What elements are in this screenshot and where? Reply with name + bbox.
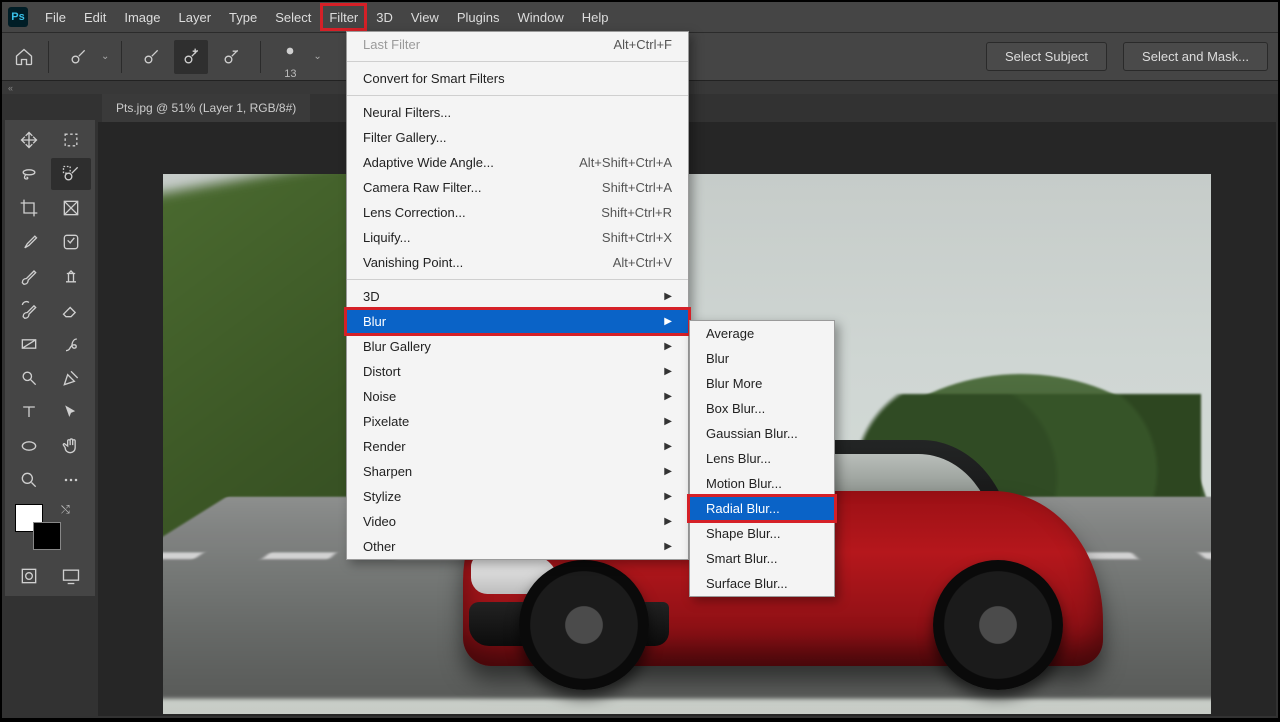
menu-item-vanishing-point[interactable]: Vanishing Point...Alt+Ctrl+V xyxy=(347,250,688,275)
menu-item-lens-correction[interactable]: Lens Correction...Shift+Ctrl+R xyxy=(347,200,688,225)
menu-select[interactable]: Select xyxy=(266,3,320,31)
select-and-mask-button[interactable]: Select and Mask... xyxy=(1123,42,1268,71)
menu-edit[interactable]: Edit xyxy=(75,3,115,31)
document-tab[interactable]: Pts.jpg @ 51% (Layer 1, RGB/8#) xyxy=(102,94,310,122)
menu-item-shape-blur[interactable]: Shape Blur... xyxy=(690,521,834,546)
menu-item-noise[interactable]: Noise▶ xyxy=(347,384,688,409)
menu-layer[interactable]: Layer xyxy=(170,3,221,31)
menu-item-camera-raw[interactable]: Camera Raw Filter...Shift+Ctrl+A xyxy=(347,175,688,200)
ellipse-tool[interactable] xyxy=(9,430,49,462)
new-selection-icon[interactable] xyxy=(134,40,168,74)
menu-item-motion-blur[interactable]: Motion Blur... xyxy=(690,471,834,496)
frame-tool[interactable] xyxy=(51,192,91,224)
menu-item-3d[interactable]: 3D▶ xyxy=(347,284,688,309)
menu-item-neural-filters[interactable]: Neural Filters... xyxy=(347,100,688,125)
menu-item-stylize[interactable]: Stylize▶ xyxy=(347,484,688,509)
subtract-selection-icon[interactable] xyxy=(214,40,248,74)
menu-item-smart-blur[interactable]: Smart Blur... xyxy=(690,546,834,571)
menu-item-other[interactable]: Other▶ xyxy=(347,534,688,559)
menu-item-box-blur[interactable]: Box Blur... xyxy=(690,396,834,421)
blur-submenu: AverageBlurBlur MoreBox Blur...Gaussian … xyxy=(689,320,835,597)
menu-item-average[interactable]: Average xyxy=(690,321,834,346)
dodge-tool[interactable] xyxy=(9,362,49,394)
menu-image[interactable]: Image xyxy=(115,3,169,31)
toolbox: ⤭ xyxy=(5,120,95,596)
menu-item-render[interactable]: Render▶ xyxy=(347,434,688,459)
brush-size-dot-icon[interactable] xyxy=(273,34,307,68)
pen-tool[interactable] xyxy=(51,362,91,394)
background-swatch[interactable] xyxy=(33,522,61,550)
menu-item-sharpen[interactable]: Sharpen▶ xyxy=(347,459,688,484)
dropdown-caret-icon[interactable]: ⌄ xyxy=(313,51,321,62)
lasso-tool[interactable] xyxy=(9,158,49,190)
menu-item-last-filter[interactable]: Last Filter Alt+Ctrl+F xyxy=(347,32,688,57)
eyedropper-tool[interactable] xyxy=(9,226,49,258)
home-icon[interactable] xyxy=(12,45,36,69)
type-tool[interactable] xyxy=(9,396,49,428)
filter-menu: Last Filter Alt+Ctrl+F Convert for Smart… xyxy=(346,31,689,560)
menu-type[interactable]: Type xyxy=(220,3,266,31)
menu-item-gaussian-blur[interactable]: Gaussian Blur... xyxy=(690,421,834,446)
quick-select-tool[interactable] xyxy=(51,158,91,190)
smudge-tool[interactable] xyxy=(51,328,91,360)
menu-item-video[interactable]: Video▶ xyxy=(347,509,688,534)
menu-item-surface-blur[interactable]: Surface Blur... xyxy=(690,571,834,596)
edit-toolbar[interactable] xyxy=(51,464,91,496)
quick-mask-icon[interactable] xyxy=(9,560,49,592)
menu-item-lens-blur[interactable]: Lens Blur... xyxy=(690,446,834,471)
menu-item-blur-gallery[interactable]: Blur Gallery▶ xyxy=(347,334,688,359)
menu-item-adaptive-wide-angle[interactable]: Adaptive Wide Angle...Alt+Shift+Ctrl+A xyxy=(347,150,688,175)
color-swatches[interactable]: ⤭ xyxy=(9,502,91,556)
crop-tool[interactable] xyxy=(9,192,49,224)
move-tool[interactable] xyxy=(9,124,49,156)
zoom-tool[interactable] xyxy=(9,464,49,496)
hand-tool[interactable] xyxy=(51,430,91,462)
menu-item-pixelate[interactable]: Pixelate▶ xyxy=(347,409,688,434)
menu-plugins[interactable]: Plugins xyxy=(448,3,509,31)
menu-item-blur[interactable]: Blur▶ xyxy=(347,309,688,334)
menu-help[interactable]: Help xyxy=(573,3,618,31)
brush-size-value[interactable]: 13 xyxy=(284,68,296,80)
menu-view[interactable]: View xyxy=(402,3,448,31)
menu-item-liquify[interactable]: Liquify...Shift+Ctrl+X xyxy=(347,225,688,250)
clone-stamp-tool[interactable] xyxy=(51,260,91,292)
path-select-tool[interactable] xyxy=(51,396,91,428)
menu-item-convert-smart[interactable]: Convert for Smart Filters xyxy=(347,66,688,91)
app-logo: Ps xyxy=(8,7,28,27)
menu-item-blur-more[interactable]: Blur More xyxy=(690,371,834,396)
brush-tool[interactable] xyxy=(9,260,49,292)
history-brush-tool[interactable] xyxy=(9,294,49,326)
photoshop-window: Ps FileEditImageLayerTypeSelectFilter3DV… xyxy=(2,2,1278,718)
menu-window[interactable]: Window xyxy=(508,3,572,31)
menu-item-blur[interactable]: Blur xyxy=(690,346,834,371)
dropdown-caret-icon[interactable]: ⌄ xyxy=(101,51,109,62)
menu-3d[interactable]: 3D xyxy=(367,3,402,31)
healing-brush-tool[interactable] xyxy=(51,226,91,258)
screen-mode-icon[interactable] xyxy=(51,560,91,592)
menu-file[interactable]: File xyxy=(36,3,75,31)
menu-filter[interactable]: Filter xyxy=(320,3,367,31)
swap-colors-icon[interactable]: ⤭ xyxy=(61,504,70,517)
eraser-tool[interactable] xyxy=(51,294,91,326)
artboard-tool[interactable] xyxy=(51,124,91,156)
menu-item-distort[interactable]: Distort▶ xyxy=(347,359,688,384)
menu-item-filter-gallery[interactable]: Filter Gallery... xyxy=(347,125,688,150)
gradient-tool[interactable] xyxy=(9,328,49,360)
menu-item-radial-blur[interactable]: Radial Blur... xyxy=(690,496,834,521)
main-menu-bar: Ps FileEditImageLayerTypeSelectFilter3DV… xyxy=(2,2,1278,32)
add-selection-icon[interactable] xyxy=(174,40,208,74)
brush-preset-icon[interactable] xyxy=(61,40,95,74)
select-subject-button[interactable]: Select Subject xyxy=(986,42,1107,71)
